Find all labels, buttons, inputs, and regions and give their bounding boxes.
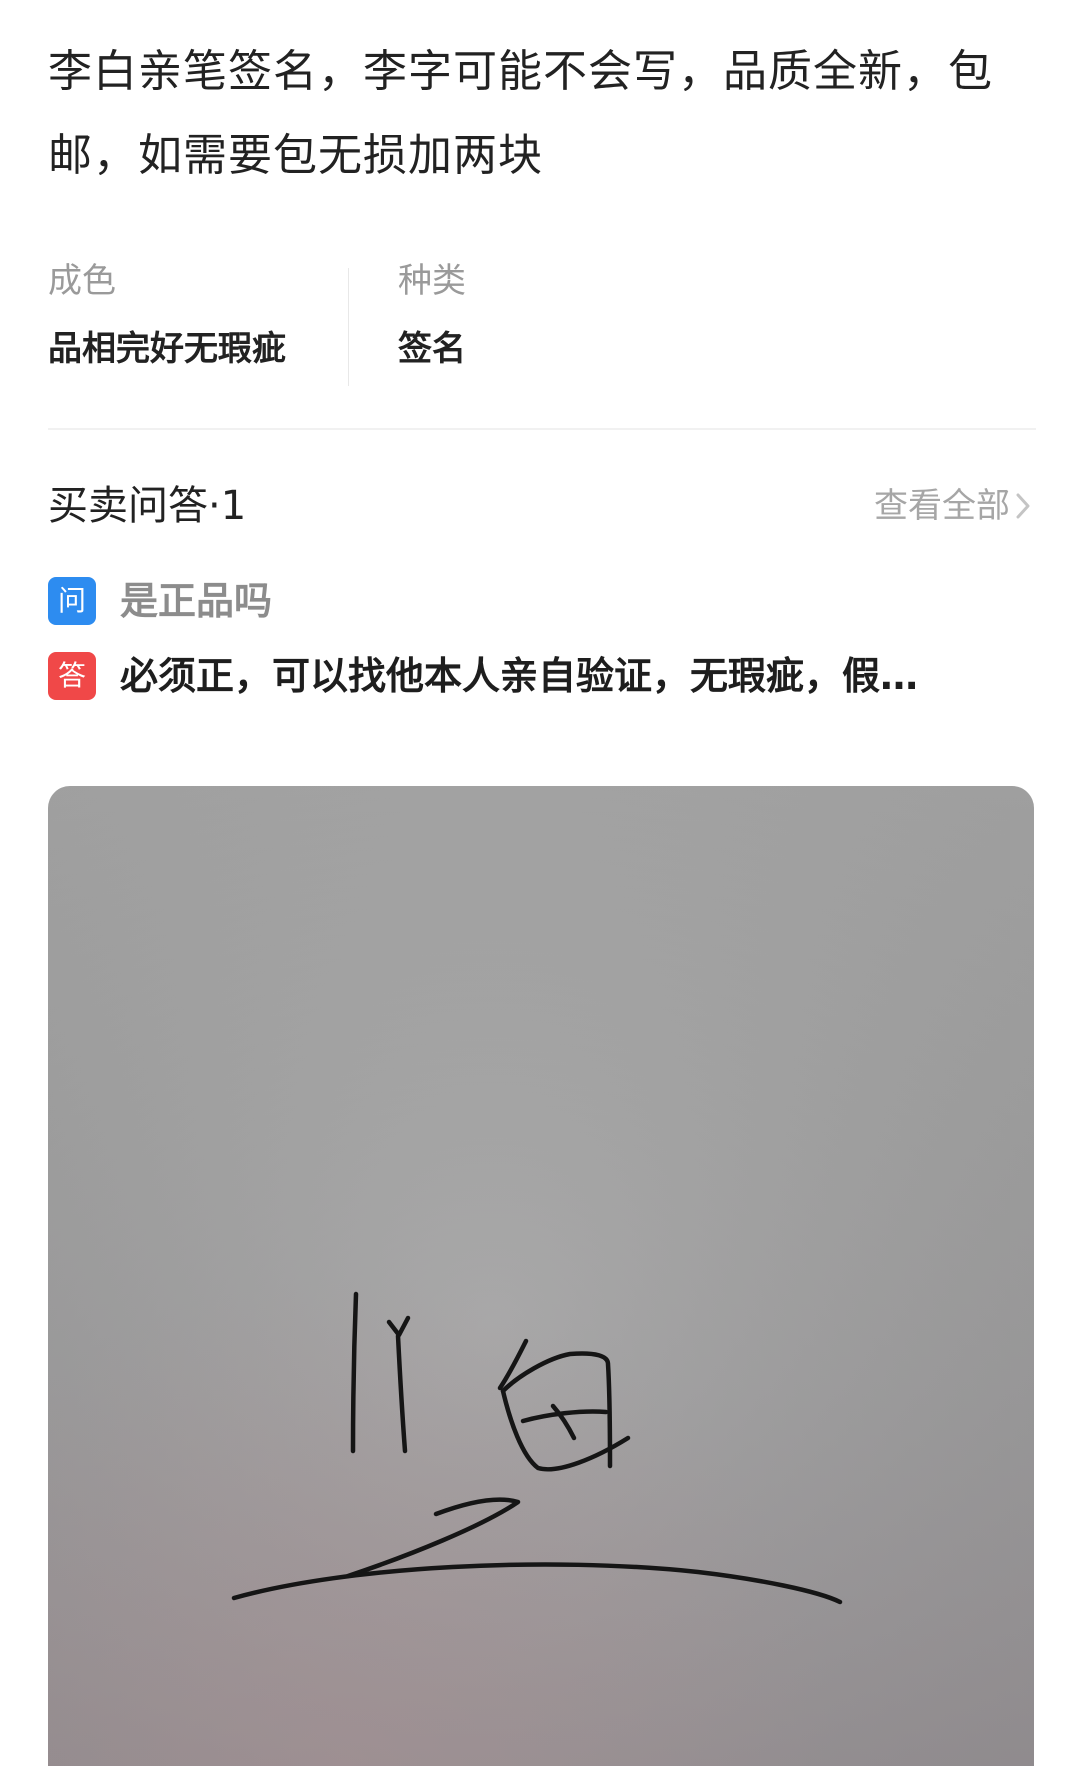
category-label: 种类 bbox=[398, 261, 466, 301]
section-divider bbox=[48, 428, 1036, 430]
signature-drawing bbox=[48, 786, 1034, 1766]
question-text: 是正品吗 bbox=[120, 579, 273, 623]
category-value: 签名 bbox=[398, 329, 466, 369]
qa-answer-row[interactable]: 答 必须正，可以找他本人亲自验证，无瑕疵，假… bbox=[48, 651, 1034, 701]
condition-value: 品相完好无瑕疵 bbox=[48, 329, 286, 369]
chevron-right-icon bbox=[1016, 493, 1030, 519]
listing-photo[interactable] bbox=[48, 786, 1034, 1766]
qa-title: 买卖问答·1 bbox=[48, 483, 247, 529]
answer-text: 必须正，可以找他本人亲自验证，无瑕疵，假… bbox=[120, 654, 919, 698]
answer-badge: 答 bbox=[48, 652, 96, 700]
listing-page: 李白亲笔签名，李字可能不会写，品质全新，包邮，如需要包无损加两块 成色 品相完好… bbox=[0, 0, 1080, 1766]
item-attributes: 成色 品相完好无瑕疵 种类 签名 bbox=[48, 258, 1038, 386]
qa-header: 买卖问答·1 查看全部 bbox=[48, 478, 1034, 534]
listing-description: 李白亲笔签名，李字可能不会写，品质全新，包邮，如需要包无损加两块 bbox=[48, 46, 993, 181]
question-badge: 问 bbox=[48, 577, 96, 625]
attribute-category: 种类 签名 bbox=[398, 258, 698, 372]
view-all-label: 查看全部 bbox=[874, 486, 1010, 526]
attribute-condition: 成色 品相完好无瑕疵 bbox=[48, 258, 348, 372]
view-all-link[interactable]: 查看全部 bbox=[874, 478, 1034, 534]
condition-label: 成色 bbox=[48, 261, 116, 301]
attribute-divider bbox=[348, 268, 349, 386]
qa-question-row[interactable]: 问 是正品吗 bbox=[48, 576, 1034, 626]
